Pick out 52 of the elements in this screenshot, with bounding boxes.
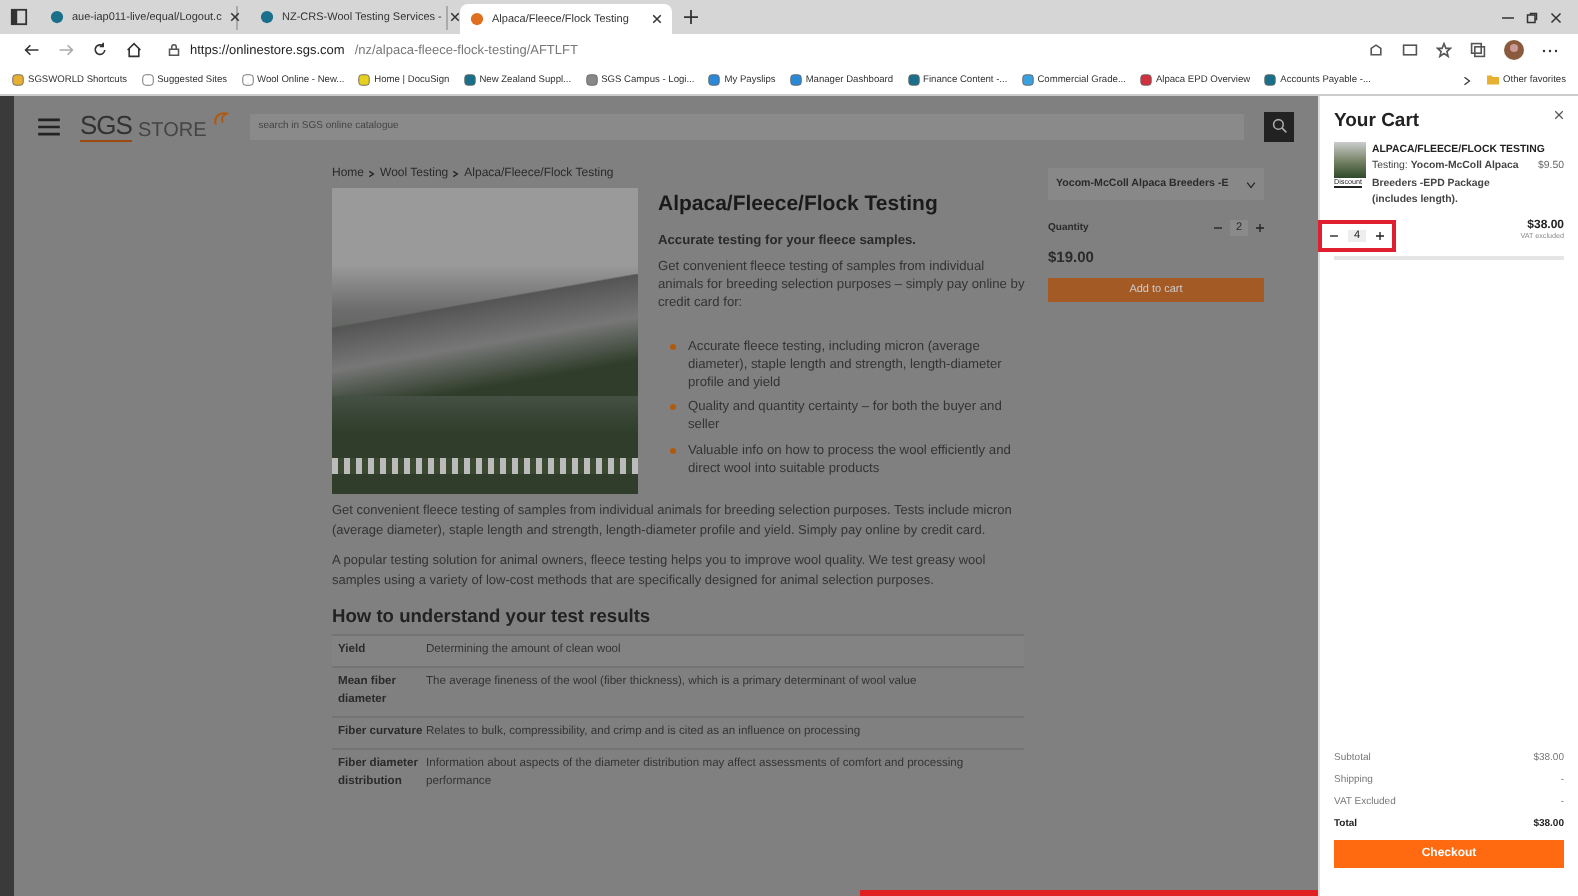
close-icon[interactable] (449, 12, 460, 22)
avatar-icon[interactable] (1504, 40, 1524, 60)
sidebar-icon[interactable] (10, 8, 28, 26)
close-icon[interactable] (652, 14, 662, 24)
page-icon (50, 10, 64, 24)
bookmark-icon (585, 74, 598, 86)
collections-icon[interactable] (1470, 42, 1486, 58)
reader-icon[interactable] (1402, 42, 1418, 58)
bookmark-icon (1264, 74, 1277, 86)
bookmark-icon (1021, 74, 1034, 86)
bookmark-icon (358, 74, 371, 86)
reload-icon[interactable] (92, 42, 108, 58)
chevron-icon[interactable] (1461, 75, 1472, 85)
minus-icon[interactable] (1213, 224, 1222, 232)
restore-icon[interactable] (1526, 11, 1538, 23)
product-thumbnail (1334, 142, 1366, 178)
new-tab-icon[interactable] (684, 10, 698, 24)
bookmark-icon (708, 74, 721, 86)
close-icon[interactable] (1550, 11, 1562, 23)
star-icon[interactable] (1436, 42, 1452, 58)
bookmark-icon (1139, 74, 1152, 86)
chevron-icon (452, 170, 461, 178)
lock-icon (168, 44, 180, 56)
folder-icon (1485, 74, 1500, 86)
section-heading: How to understand your test results (332, 606, 653, 627)
app-icon[interactable] (1368, 42, 1384, 58)
bookmark-icon (12, 74, 24, 86)
bookmark-icon (789, 74, 802, 86)
close-icon[interactable] (229, 12, 240, 22)
bookmark-icon (241, 74, 254, 86)
page-icon (470, 12, 484, 26)
caret-icon (1246, 179, 1256, 189)
search-button[interactable] (1264, 111, 1294, 141)
swoosh-icon (212, 110, 231, 128)
bookmark-icon (463, 74, 476, 86)
product-title: Alpaca/Fleece/Flock Testing (658, 190, 940, 220)
close-icon[interactable] (1554, 110, 1564, 120)
minimize-icon[interactable] (1502, 11, 1514, 23)
cart-title: Your Cart (1334, 110, 1420, 132)
search-icon (1271, 118, 1287, 134)
home-icon[interactable] (126, 42, 142, 58)
plus-icon[interactable] (1376, 232, 1385, 241)
bullet-icon (670, 343, 676, 350)
menu-icon[interactable] (38, 117, 60, 135)
page-icon (260, 10, 274, 24)
back-icon[interactable] (24, 42, 40, 58)
more-icon[interactable] (1542, 47, 1558, 53)
chevron-icon (368, 170, 377, 178)
bullet-icon (670, 404, 676, 411)
bookmark-icon (907, 74, 920, 86)
bookmark-icon (141, 74, 154, 86)
bullet-icon (670, 447, 676, 454)
